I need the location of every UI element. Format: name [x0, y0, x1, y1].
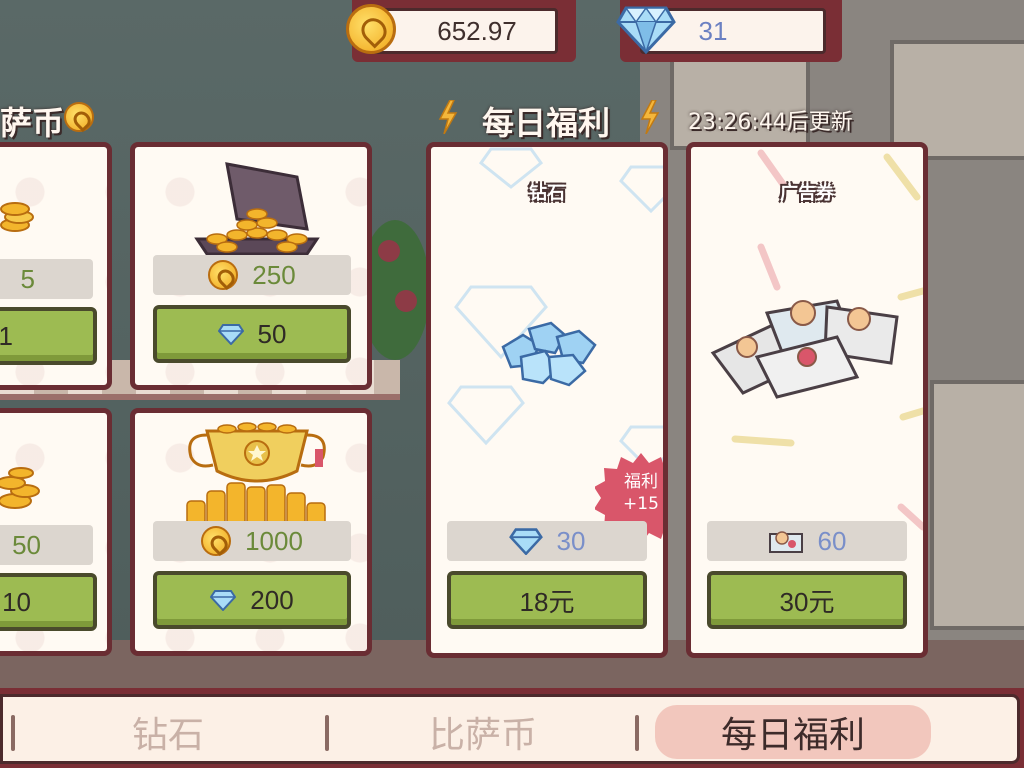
daily-offer-card-ad-tickets[interactable]: 广告券 60 30元: [686, 142, 928, 658]
coin-icon: [201, 526, 232, 556]
buy-button[interactable]: 18元: [447, 571, 647, 629]
gem-price: 50: [257, 318, 287, 349]
coin-balance-panel: 652.97: [346, 0, 576, 62]
ad-ticket-icon: [768, 531, 803, 553]
gem-price: 10: [2, 586, 31, 617]
coins-section-title: 萨币: [0, 104, 65, 142]
daily-offer-card-gems[interactable]: 钻石 福利 +15 30 18元: [426, 142, 668, 658]
coin-pack-card[interactable]: 250 50: [130, 142, 372, 390]
offer-title: 广告券: [780, 183, 834, 204]
gem-pile-icon: [501, 321, 597, 387]
offer-amount-bar: 30: [447, 521, 647, 561]
background-rose: [395, 290, 417, 312]
offer-amount: 60: [817, 525, 847, 556]
coin-amount-bar: 50: [0, 525, 93, 565]
tab-daily-benefits[interactable]: 每日福利: [655, 705, 931, 759]
bonus-badge-line2: +15: [623, 494, 659, 514]
tab-gems[interactable]: 钻石: [63, 705, 273, 759]
tab-separator: [325, 715, 329, 751]
coin-amount: 50: [12, 529, 41, 560]
buy-button[interactable]: 10: [0, 573, 97, 631]
lightning-icon: [438, 100, 458, 134]
daily-section-title: 每日福利: [482, 104, 611, 142]
lightning-icon: [640, 100, 660, 134]
coin-pack-card[interactable]: 50 10: [0, 408, 112, 656]
gem-balance-value: 31: [698, 15, 728, 46]
gem-icon: [616, 6, 676, 54]
offer-amount-bar: 60: [707, 521, 907, 561]
offer-title: 钻石: [529, 183, 565, 204]
coin-amount-bar: 1000: [153, 521, 351, 561]
coin-icon: [346, 4, 396, 54]
coin-pack-card[interactable]: 5 1: [0, 142, 112, 390]
coin-amount: 5: [20, 263, 35, 294]
gem-icon: [217, 324, 244, 345]
coin-amount-bar: 5: [0, 259, 93, 299]
coin-icon: [64, 102, 94, 132]
bonus-badge-label: 福利 +15: [595, 471, 663, 515]
bottom-tab-bar: 钻石 比萨币 每日福利: [0, 688, 1024, 768]
refresh-timer: 23:26:44后更新: [688, 110, 853, 135]
coin-amount-bar: 250: [153, 255, 351, 295]
gem-balance-panel: 31: [616, 0, 842, 62]
tab-pizza-coins[interactable]: 比萨币: [373, 705, 593, 759]
ad-ticket-stack-icon: [710, 299, 899, 399]
buy-button[interactable]: 200: [153, 571, 351, 629]
tab-separator: [11, 715, 15, 751]
coin-icon: [208, 260, 239, 290]
coin-chest-icon: [194, 162, 320, 256]
coin-pile-icon: [0, 467, 40, 509]
background-rose: [378, 240, 400, 262]
coin-amount: 1000: [245, 525, 303, 556]
gem-price: 200: [250, 584, 294, 615]
buy-button[interactable]: 30元: [707, 571, 907, 629]
tab-separator: [635, 715, 639, 751]
gem-price: 1: [0, 321, 13, 352]
coin-stack-icon: [0, 202, 34, 232]
buy-button[interactable]: 50: [153, 305, 351, 363]
coin-pack-card[interactable]: 1000 200: [130, 408, 372, 656]
gem-icon: [508, 528, 543, 555]
gem-icon: [210, 590, 237, 611]
offer-price: 18元: [519, 586, 575, 617]
buy-button[interactable]: 1: [0, 307, 97, 365]
trophy-coins-icon: [186, 422, 326, 528]
offer-amount: 30: [556, 525, 586, 556]
coin-amount: 250: [252, 259, 296, 290]
offer-price: 30元: [779, 586, 835, 617]
coin-balance-value: 652.97: [437, 15, 517, 46]
bonus-badge-line1: 福利: [624, 472, 658, 492]
